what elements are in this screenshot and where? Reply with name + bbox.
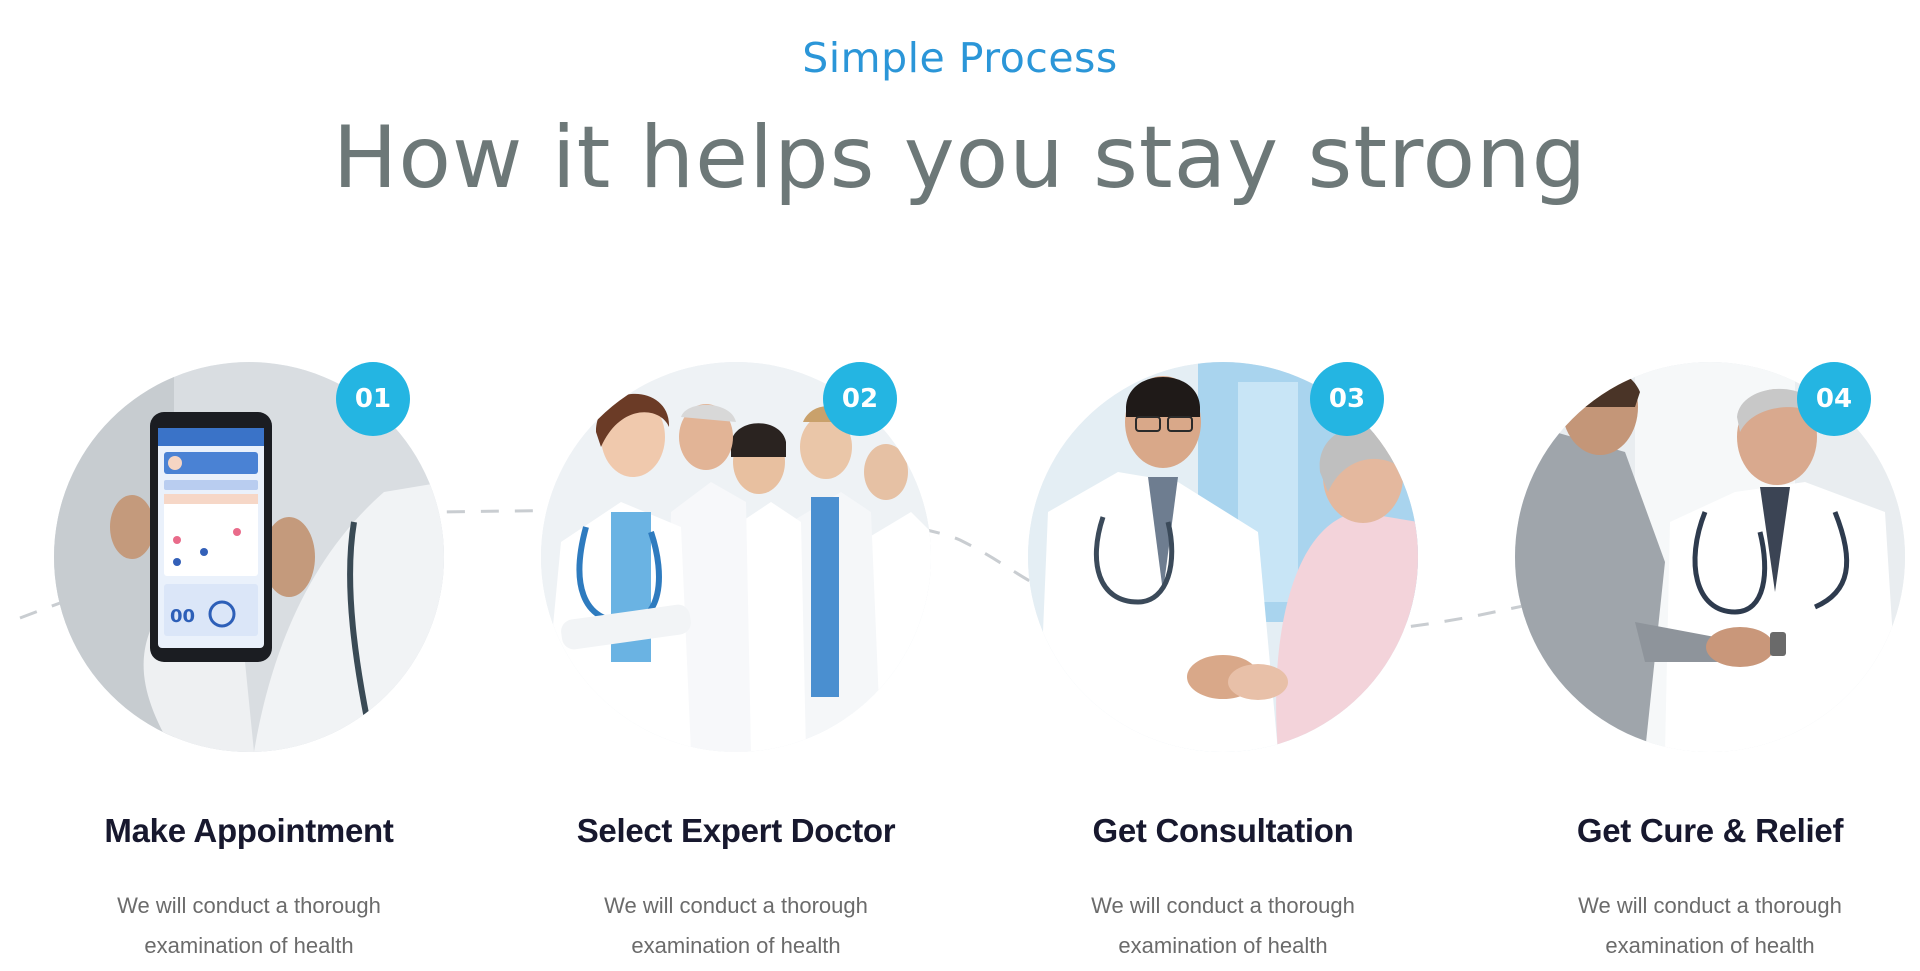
- step-1-title: Make Appointment: [104, 812, 394, 849]
- step-4-number-badge: 04: [1797, 362, 1871, 436]
- step-3-title: Get Consultation: [1092, 812, 1354, 849]
- step-3-number-badge: 03: [1310, 362, 1384, 436]
- step-4-desc-line1: We will conduct a thorough: [1578, 893, 1842, 918]
- step-2-description: We will conduct a thorough examination o…: [511, 886, 961, 966]
- step-1-description: We will conduct a thorough examination o…: [24, 886, 474, 966]
- section-headline: How it helps you stay strong: [332, 108, 1588, 208]
- step-3-desc-line1: We will conduct a thorough: [1091, 893, 1355, 918]
- step-1-number-badge: 01: [336, 362, 410, 436]
- step-4-desc-line2: examination of health: [1605, 933, 1815, 958]
- step-3-description: We will conduct a thorough examination o…: [998, 886, 1448, 966]
- step-2-desc-line1: We will conduct a thorough: [604, 893, 868, 918]
- step-1-desc-line2: examination of health: [144, 933, 354, 958]
- process-section: Simple Process How it helps you stay str…: [0, 0, 1920, 971]
- step-4-description: We will conduct a thorough examination o…: [1485, 886, 1920, 966]
- svg-text:00: 00: [170, 606, 195, 627]
- section-eyebrow: Simple Process: [802, 34, 1118, 82]
- step-3-desc-line2: examination of health: [1118, 933, 1328, 958]
- step-2-title: Select Expert Doctor: [576, 812, 896, 849]
- step-1-desc-line1: We will conduct a thorough: [117, 893, 381, 918]
- step-4-title: Get Cure & Relief: [1576, 812, 1844, 849]
- step-2-number-badge: 02: [823, 362, 897, 436]
- step-2-desc-line2: examination of health: [631, 933, 841, 958]
